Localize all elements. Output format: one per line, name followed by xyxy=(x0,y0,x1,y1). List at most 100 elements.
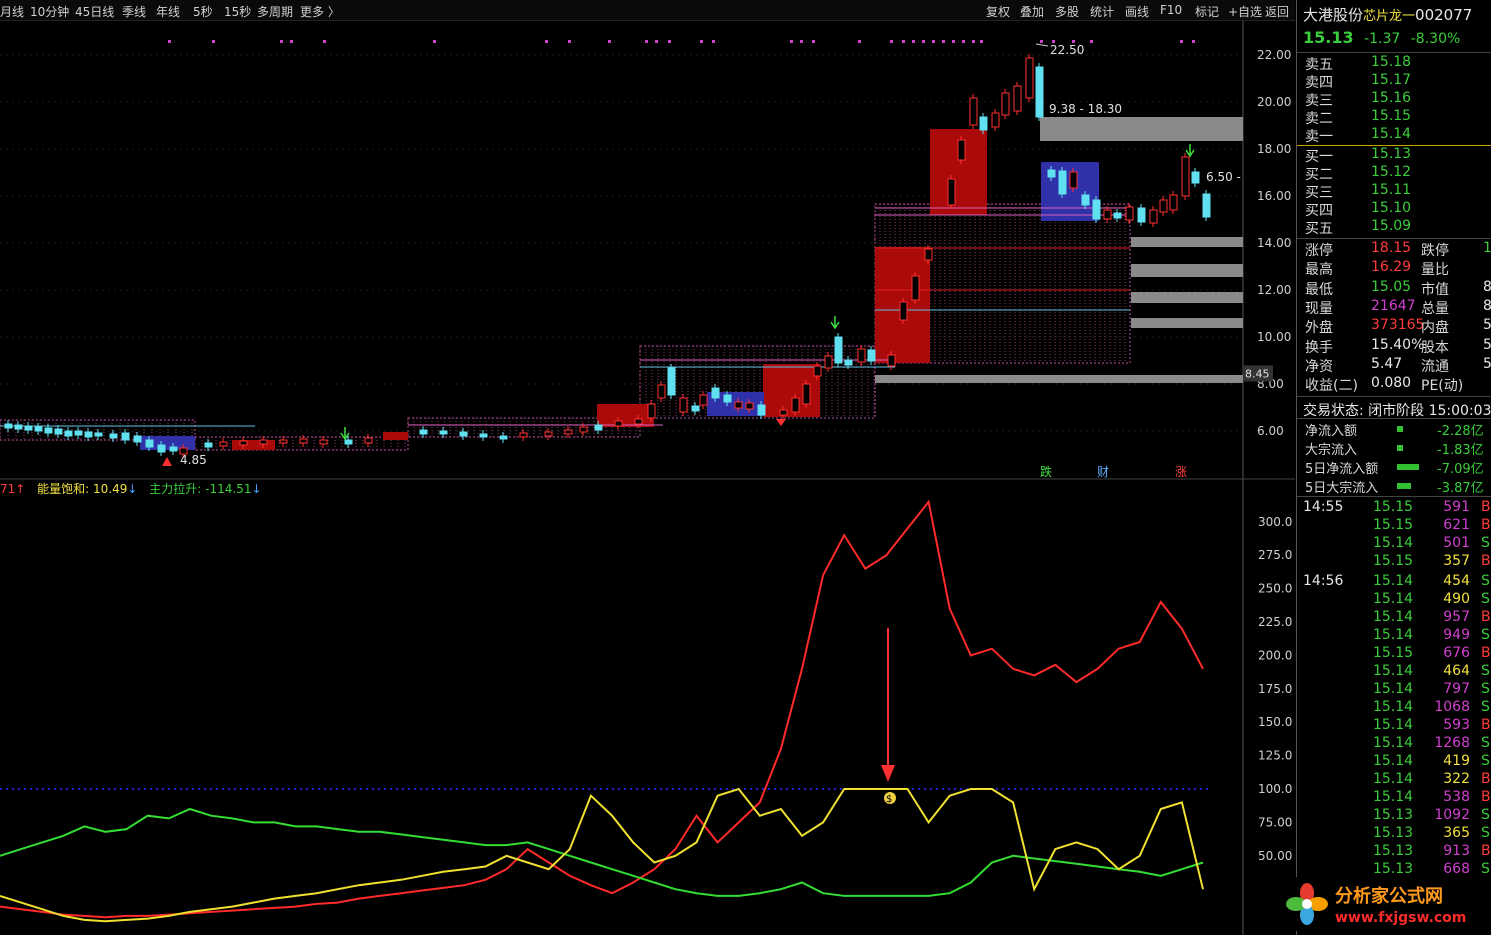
watermark-title: 分析家公式网 xyxy=(1335,885,1443,907)
candle-body xyxy=(169,446,178,452)
candle-body xyxy=(1103,209,1112,220)
candle-body xyxy=(579,426,588,433)
candle-body xyxy=(1047,169,1056,178)
candle-body xyxy=(439,430,448,435)
candle-body xyxy=(24,425,33,431)
tick-volume: 538 xyxy=(1443,789,1470,805)
period-tab-7[interactable]: 多周期 xyxy=(257,3,293,20)
watermark-url: www.fxjgsw.com xyxy=(1335,910,1466,926)
buy-arrow-icon xyxy=(830,316,840,330)
bid-label: 买一 xyxy=(1305,149,1333,165)
high-pointer xyxy=(1035,43,1049,47)
tool-button-0[interactable]: 复权 xyxy=(986,3,1010,20)
period-tab-8[interactable]: 更多 〉 xyxy=(300,3,340,20)
candle-body xyxy=(824,355,833,369)
tick-side: S xyxy=(1481,535,1490,551)
stat-value: 0.080 xyxy=(1371,375,1412,392)
indicator-axis-label: 200.0 xyxy=(1258,648,1292,662)
period-tab-1[interactable]: 10分钟 xyxy=(30,3,69,20)
candle-body xyxy=(1191,171,1200,184)
tick-time: 14:55 xyxy=(1303,499,1344,515)
tick-side: S xyxy=(1481,591,1490,607)
stat-label-2: 内盘 xyxy=(1421,320,1449,337)
candle-body xyxy=(657,384,666,399)
period-tab-4[interactable]: 年线 xyxy=(156,3,180,20)
price-axis-label: 12.00 xyxy=(1257,283,1291,297)
signal-dot xyxy=(790,40,793,43)
bid-label: 买四 xyxy=(1305,203,1333,219)
tool-button-4[interactable]: 画线 xyxy=(1125,3,1149,20)
candle-body xyxy=(1001,92,1010,116)
legend-force: 主力拉升: -114.51 xyxy=(149,482,252,496)
candle-body xyxy=(74,430,83,436)
bid-label: 买五 xyxy=(1305,221,1333,237)
tick-price: 15.13 xyxy=(1373,825,1414,841)
legend-energy: 能量饱和: 10.49 xyxy=(37,482,128,496)
tool-button-6[interactable]: 标记 xyxy=(1195,3,1219,20)
price-change-pct: -8.30% xyxy=(1410,31,1461,47)
signal-dot xyxy=(952,40,955,43)
tick-volume: 797 xyxy=(1443,681,1470,697)
kline-chart-area[interactable]: 22.50 9.38 - 18.30 6.50 - 4.85 跌 财 涨 300.0 275.… xyxy=(0,21,1295,935)
period-tab-6[interactable]: 15秒 xyxy=(224,3,251,20)
event-marker: 涨 xyxy=(1175,464,1187,479)
candle-body xyxy=(691,405,700,412)
candle-body xyxy=(991,112,1000,128)
signal-dot xyxy=(942,40,945,43)
flow-bar xyxy=(1397,483,1411,489)
period-tab-5[interactable]: 5秒 xyxy=(193,3,213,20)
tick-price: 15.14 xyxy=(1373,771,1414,787)
tick-side: S xyxy=(1481,663,1490,679)
signal-dot xyxy=(700,40,703,43)
period-tab-3[interactable]: 季线 xyxy=(122,3,146,20)
indicator-series-2 xyxy=(0,787,1204,923)
tick-side: B xyxy=(1481,553,1491,569)
high-price-label: 22.50 xyxy=(1050,43,1084,57)
right-price-label: 6.50 - xyxy=(1206,170,1241,184)
last-price: 15.13 xyxy=(1303,28,1354,47)
candle-body xyxy=(34,426,43,432)
tick-volume: 501 xyxy=(1443,535,1470,551)
tool-button-7[interactable]: +自选 xyxy=(1228,3,1262,20)
tool-button-1[interactable]: 叠加 xyxy=(1020,3,1044,20)
signal-dot xyxy=(212,40,215,43)
ask-label: 卖五 xyxy=(1305,57,1333,73)
stat-value-2: 5. xyxy=(1483,337,1491,353)
stat-value: 373165 xyxy=(1371,317,1425,334)
candle-body xyxy=(1137,207,1146,223)
tick-price: 15.14 xyxy=(1373,699,1414,715)
tool-button-2[interactable]: 多股 xyxy=(1055,3,1079,20)
candle-body xyxy=(479,433,488,438)
ask-price: 15.18 xyxy=(1371,54,1412,70)
trade-status: 交易状态: 闭市阶段 15:00:03 xyxy=(1303,403,1491,419)
tick-volume: 365 xyxy=(1443,825,1470,841)
candle-body xyxy=(779,409,788,416)
candle-body xyxy=(1058,170,1067,195)
tool-button-8[interactable]: 返回 xyxy=(1265,3,1289,20)
tick-volume: 1092 xyxy=(1434,807,1470,823)
stat-value-2: 1 xyxy=(1483,240,1491,256)
candle-body xyxy=(14,424,23,430)
stat-label-2: 总量 xyxy=(1421,300,1449,317)
candle-body xyxy=(121,432,130,441)
tick-price: 15.14 xyxy=(1373,789,1414,805)
flow-label: 5日大宗流入 xyxy=(1305,481,1379,496)
event-marker: 跌 xyxy=(1040,464,1052,479)
candle-body xyxy=(594,424,603,431)
candle-body xyxy=(259,439,268,445)
signal-dot xyxy=(858,40,861,43)
period-tab-2[interactable]: 45日线 xyxy=(75,3,114,20)
tool-button-3[interactable]: 统计 xyxy=(1090,3,1114,20)
tick-volume: 357 xyxy=(1443,553,1470,569)
tick-volume: 957 xyxy=(1443,609,1470,625)
candle-body xyxy=(1069,171,1078,189)
period-tab-0[interactable]: 月线 xyxy=(0,3,24,20)
candle-body xyxy=(299,438,308,444)
signal-dot xyxy=(1040,40,1043,43)
tool-button-5[interactable]: F10 xyxy=(1160,3,1182,17)
candle-body xyxy=(679,397,688,413)
indicator-series-1 xyxy=(0,807,1204,897)
tick-price: 15.14 xyxy=(1373,663,1414,679)
candle-body xyxy=(911,275,920,301)
signal-dot xyxy=(800,40,803,43)
